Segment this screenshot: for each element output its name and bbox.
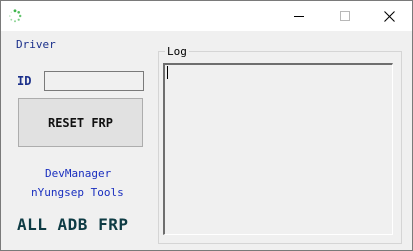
log-label: Log (165, 45, 189, 58)
id-input[interactable] (44, 71, 144, 91)
app-footer-title: ALL ADB FRP (17, 215, 129, 234)
title-bar[interactable] (1, 1, 412, 31)
loading-spinner-icon (8, 8, 22, 23)
minimize-icon (294, 11, 304, 21)
log-textarea[interactable] (163, 63, 393, 235)
minimize-button[interactable] (276, 1, 322, 31)
id-label: ID (17, 74, 32, 88)
close-icon (383, 10, 395, 22)
dev-manager-link[interactable]: DevManager (45, 167, 111, 180)
maximize-icon (340, 11, 350, 21)
app-window: Driver ID RESET FRP DevManager nYungsep … (0, 0, 413, 251)
text-caret (167, 66, 168, 79)
driver-label: Driver (16, 38, 56, 51)
nyungsep-tools-link[interactable]: nYungsep Tools (31, 186, 124, 199)
close-button[interactable] (366, 1, 412, 31)
reset-frp-button[interactable]: RESET FRP (18, 98, 143, 147)
maximize-button[interactable] (322, 1, 368, 31)
